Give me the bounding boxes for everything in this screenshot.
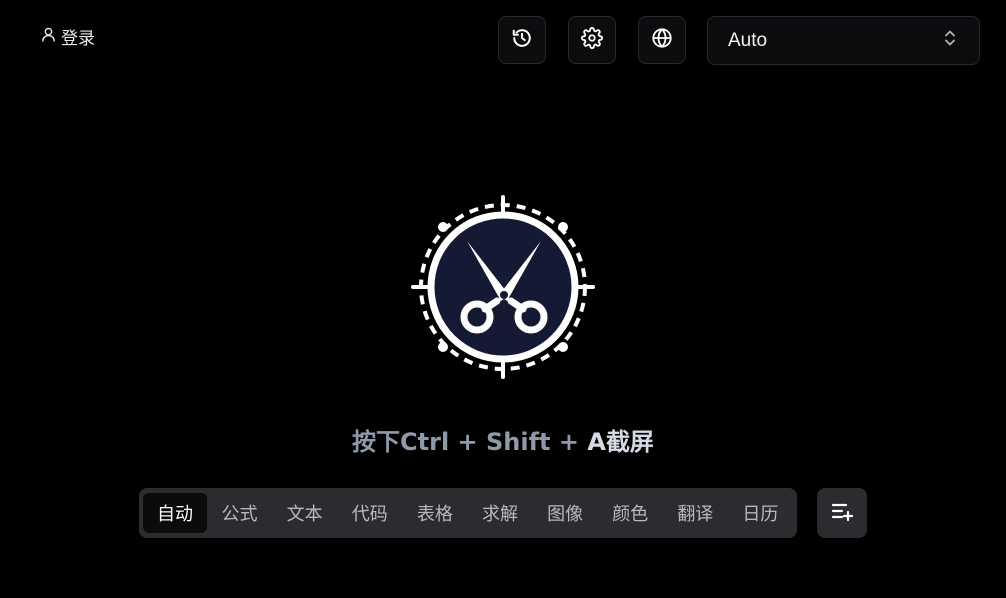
user-icon — [40, 26, 57, 48]
tab-code[interactable]: 代码 — [337, 493, 402, 533]
language-button[interactable] — [638, 16, 686, 64]
history-icon — [511, 27, 533, 53]
settings-button[interactable] — [568, 16, 616, 64]
mode-select[interactable]: Auto — [707, 16, 980, 65]
mode-select-value: Auto — [728, 29, 768, 51]
chevron-updown-icon — [943, 29, 957, 53]
tab-formula[interactable]: 公式 — [207, 493, 272, 533]
tab-image[interactable]: 图像 — [533, 493, 598, 533]
mode-tab-bar: 自动 公式 文本 代码 表格 求解 图像 颜色 翻译 日历 — [139, 488, 797, 538]
tab-calendar[interactable]: 日历 — [728, 493, 793, 533]
app-window: 登录 Auto 按下Ctrl + Shift + A截屏 自动 公式 文本 代码… — [0, 0, 1006, 598]
scissors-logo — [411, 195, 595, 379]
screenshot-hint: 按下Ctrl + Shift + A截屏 — [0, 422, 1006, 457]
tab-color[interactable]: 颜色 — [598, 493, 663, 533]
list-plus-icon — [830, 499, 854, 527]
globe-icon — [651, 27, 673, 53]
hint-suffix: 截屏 — [605, 428, 654, 456]
tab-auto[interactable]: 自动 — [143, 493, 207, 533]
tab-solve[interactable]: 求解 — [467, 493, 532, 533]
hint-key: A — [587, 428, 606, 456]
tab-text[interactable]: 文本 — [272, 493, 337, 533]
tab-table[interactable]: 表格 — [402, 493, 467, 533]
list-add-button[interactable] — [817, 488, 867, 538]
settings-icon — [581, 27, 603, 53]
login-link[interactable]: 登录 — [40, 24, 95, 49]
hint-prefix: 按下Ctrl + Shift + — [352, 428, 588, 456]
login-label: 登录 — [61, 29, 95, 49]
tab-translate[interactable]: 翻译 — [663, 493, 728, 533]
history-button[interactable] — [498, 16, 546, 64]
